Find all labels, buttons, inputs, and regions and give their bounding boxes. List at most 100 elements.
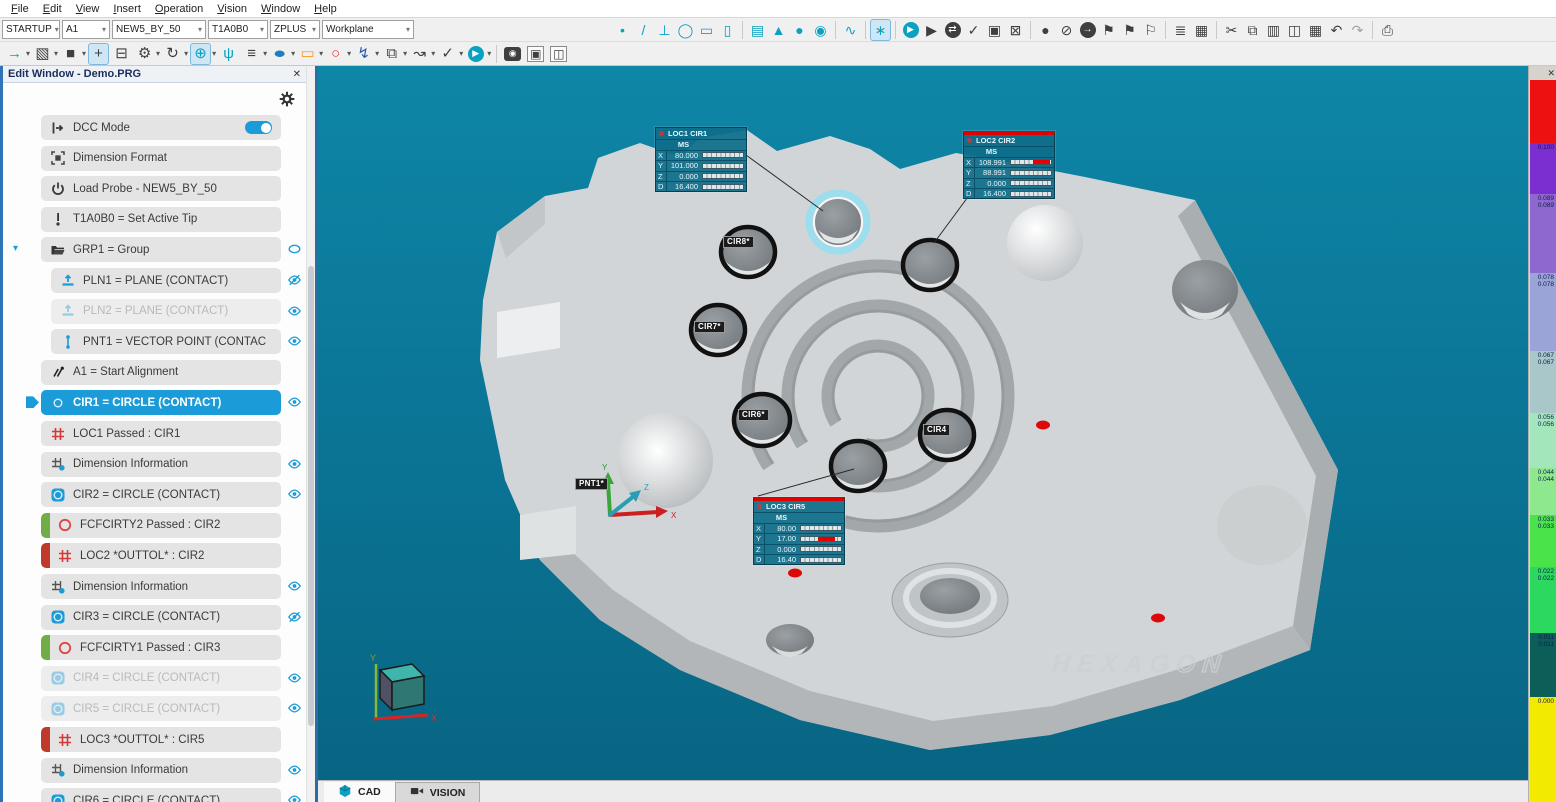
plane-feature-icon[interactable]: ⊥ (655, 20, 674, 40)
bookmark-clear-icon[interactable]: ⚐ (1141, 20, 1160, 40)
command-item[interactable]: Dimension Information (41, 574, 281, 599)
command-item[interactable]: LOC1 Passed : CIR1 (41, 421, 281, 446)
bookmark-pin-icon[interactable]: ⚑ (1120, 20, 1139, 40)
tab-cad[interactable]: CAD (324, 782, 395, 802)
eye-icon[interactable] (286, 395, 303, 409)
loop-icon[interactable]: ⇄ (943, 20, 962, 40)
alignment-select[interactable]: A1▾ (62, 20, 110, 39)
cone-feature-icon[interactable]: ▲ (769, 20, 788, 40)
feature-id-tag[interactable]: CIR7* (694, 321, 725, 333)
command-item[interactable]: LOC3 *OUTTOL* : CIR5 (41, 727, 281, 752)
square-slot-feature-icon[interactable]: ▯ (718, 20, 737, 40)
scan-path-icon[interactable]: ↝ (410, 44, 429, 64)
dropdown-caret-icon[interactable]: ▾ (184, 49, 188, 58)
menu-file[interactable]: File (4, 2, 36, 16)
path-tool-icon[interactable]: ↯ (354, 44, 373, 64)
copy-path-icon[interactable]: ⧉ (382, 44, 401, 64)
menu-window[interactable]: Window (254, 2, 307, 16)
eye-slash-icon[interactable] (286, 273, 303, 287)
combo-arrow-icon[interactable]: ▾ (260, 25, 264, 34)
bookmark-icon[interactable]: ⚑ (1099, 20, 1118, 40)
command-item[interactable]: DCC Mode (41, 115, 281, 140)
undo-icon[interactable]: ↶ (1327, 20, 1346, 40)
menu-insert[interactable]: Insert (106, 2, 148, 16)
rotate-icon[interactable]: ↻ (163, 44, 182, 64)
report-grid-icon[interactable]: ▦ (1192, 20, 1211, 40)
dcc-toggle[interactable] (245, 121, 272, 134)
paste-special-icon[interactable]: ◫ (1285, 20, 1304, 40)
command-item[interactable]: T1A0B0 = Set Active Tip (41, 207, 281, 232)
tab-vision[interactable]: VISION (395, 782, 481, 802)
report-window-icon[interactable]: ▣ (526, 44, 545, 64)
feature-list-icon[interactable]: ≡ (242, 44, 261, 64)
menu-help[interactable]: Help (307, 2, 344, 16)
feature-id-tag[interactable]: CIR8* (723, 236, 754, 248)
point-feature-icon[interactable]: • (613, 20, 632, 40)
auto-feature-icon[interactable]: ∗ (871, 20, 890, 40)
command-item[interactable]: Dimension Format (41, 146, 281, 171)
break-point-icon[interactable]: ● (1036, 20, 1055, 40)
expand-caret-icon[interactable]: ▾ (13, 243, 18, 254)
measurement-label[interactable]: LOC2 CIR2MSX108.991Y88.991Z0.000D16.400 (963, 131, 1055, 199)
command-item[interactable]: CIR3 = CIRCLE (CONTACT) (41, 605, 281, 630)
execute-from-cursor-icon[interactable]: ▶ (922, 20, 941, 40)
combo-arrow-icon[interactable]: ▾ (55, 25, 59, 34)
eye-icon[interactable] (286, 334, 303, 348)
parameter-set-select[interactable]: STARTUP▾ (2, 20, 60, 39)
eye-o-icon[interactable] (286, 242, 303, 256)
dropdown-caret-icon[interactable]: ▾ (82, 49, 86, 58)
wireframe-view-icon[interactable]: ▧ (33, 44, 52, 64)
probe-jump-icon[interactable]: → (5, 44, 24, 64)
paste-icon[interactable]: ▥ (1264, 20, 1283, 40)
command-item[interactable]: CIR4 = CIRCLE (CONTACT) (41, 666, 281, 691)
command-item[interactable]: GRP1 = Group (41, 237, 281, 262)
eye-icon[interactable] (286, 487, 303, 501)
combo-arrow-icon[interactable]: ▾ (406, 25, 410, 34)
eye-icon[interactable] (286, 701, 303, 715)
feature-id-tag[interactable]: CIR4 (923, 424, 950, 436)
workplane-select[interactable]: Workplane▾ (322, 20, 414, 39)
dropdown-caret-icon[interactable]: ▾ (26, 49, 30, 58)
command-item[interactable]: FCFCIRTY1 Passed : CIR3 (41, 635, 281, 660)
line-feature-icon[interactable]: / (634, 20, 653, 40)
circle-tool-icon[interactable]: ○ (326, 44, 345, 64)
ellipse-tool-icon[interactable]: ● (270, 44, 289, 64)
dropdown-caret-icon[interactable]: ▾ (431, 49, 435, 58)
workplane-axis-select[interactable]: ZPLUS▾ (270, 20, 320, 39)
measurement-label[interactable]: LOC3 CIR5MSX80.00Y17.00Z0.000D16.40 (753, 497, 845, 565)
command-item[interactable]: CIR6 = CIRCLE (CONTACT) (41, 788, 281, 802)
command-item[interactable]: FCFCIRTY2 Passed : CIR2 (41, 513, 281, 538)
torus-feature-icon[interactable]: ◉ (811, 20, 830, 40)
command-item[interactable]: CIR1 = CIRCLE (CONTACT) (41, 390, 281, 415)
menu-vision[interactable]: Vision (210, 2, 254, 16)
execute-icon[interactable]: ▶ (901, 20, 920, 40)
eye-icon[interactable] (286, 793, 303, 802)
eye-icon[interactable] (286, 457, 303, 471)
feature-id-tag[interactable]: CIR6* (738, 409, 769, 421)
menu-operation[interactable]: Operation (148, 2, 210, 16)
copy-icon[interactable]: ⧉ (1243, 20, 1262, 40)
command-item[interactable]: Load Probe - NEW5_BY_50 (41, 176, 281, 201)
combo-arrow-icon[interactable]: ▾ (312, 25, 316, 34)
eye-icon[interactable] (286, 671, 303, 685)
command-item[interactable]: PNT1 = VECTOR POINT (CONTAC (51, 329, 281, 354)
dropdown-caret-icon[interactable]: ▾ (347, 49, 351, 58)
pattern-paste-icon[interactable]: ▦ (1306, 20, 1325, 40)
print-icon[interactable]: ⎙ (1378, 20, 1397, 40)
dropdown-caret-icon[interactable]: ▾ (487, 49, 491, 58)
circle-feature-icon[interactable]: ◯ (676, 20, 695, 40)
mark-check-icon[interactable]: ✓ (964, 20, 983, 40)
sphere-feature-icon[interactable]: ● (790, 20, 809, 40)
dropdown-caret-icon[interactable]: ▾ (375, 49, 379, 58)
verify-document-icon[interactable]: ▣ (985, 20, 1004, 40)
eye-icon[interactable] (286, 304, 303, 318)
dropdown-caret-icon[interactable]: ▾ (459, 49, 463, 58)
menu-view[interactable]: View (69, 2, 107, 16)
settings-gears-icon[interactable]: ⚙ (135, 44, 154, 64)
rotate-view-icon[interactable]: ⊕ (191, 44, 210, 64)
command-item[interactable]: CIR5 = CIRCLE (CONTACT) (41, 696, 281, 721)
dropdown-caret-icon[interactable]: ▾ (403, 49, 407, 58)
command-item[interactable]: A1 = Start Alignment (41, 360, 281, 385)
comment-icon[interactable]: ⊟ (112, 44, 131, 64)
menu-edit[interactable]: Edit (36, 2, 69, 16)
